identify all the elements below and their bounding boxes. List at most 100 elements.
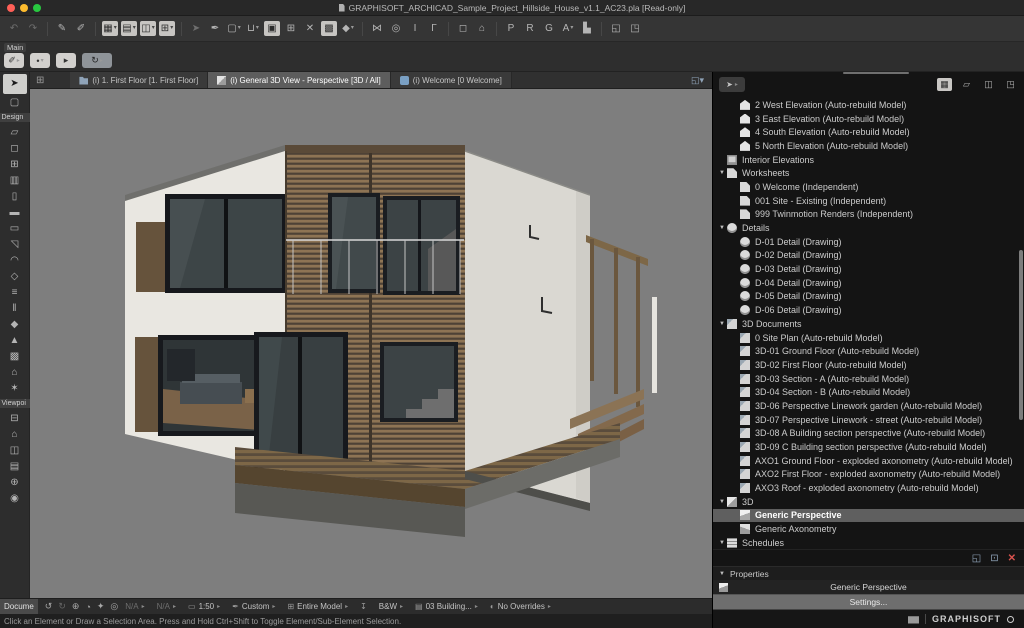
mesh-tool[interactable]: ▲ (3, 333, 27, 348)
project-map-icon[interactable]: ▦ (937, 78, 952, 91)
clone-folder-icon[interactable]: ◱ (972, 553, 981, 564)
skylight-tool[interactable]: ◇ (3, 269, 27, 284)
marquee-tool[interactable]: ▢ (3, 95, 27, 110)
publisher-sets-icon[interactable]: ◳ (1003, 78, 1018, 91)
renovation-filter-control[interactable]: B&W▸ (379, 602, 403, 611)
tree-item[interactable]: 001 Site - Existing (Independent) (713, 194, 1024, 208)
location-icon[interactable]: G (541, 21, 557, 36)
tree-item[interactable]: ▼Worksheets (713, 166, 1024, 180)
disclosure-triangle-icon[interactable]: ▼ (717, 540, 727, 546)
tree-item[interactable]: 0 Site Plan (Auto-rebuild Model) (713, 331, 1024, 345)
favorite-object-icon[interactable]: ⊞▾ (159, 21, 175, 36)
quick-option-3-button[interactable]: ▸ (56, 53, 76, 68)
tab-first-floor[interactable]: (i) 1. First Floor [1. First Floor] (70, 72, 208, 88)
copy-settings-icon[interactable]: ◱ (608, 21, 624, 36)
stair-tool[interactable]: ≡ (3, 285, 27, 300)
quick-refresh-button[interactable]: ↻▸ (82, 53, 112, 68)
tree-item[interactable]: AXO1 Ground Floor - exploded axonometry … (713, 454, 1024, 468)
undo-icon[interactable]: ↶ (6, 21, 22, 36)
building-material-icon[interactable]: ▙ (579, 21, 595, 36)
quick-option-1-button[interactable]: ✐▸ (4, 53, 24, 68)
tree-item[interactable]: Generic Axonometry (713, 522, 1024, 536)
tree-item[interactable]: 5 North Elevation (Auto-rebuild Model) (713, 139, 1024, 153)
mirror-icon[interactable]: ⋈ (369, 21, 385, 36)
layout-book-icon[interactable]: ◫ (981, 78, 996, 91)
tab-general-3d-view[interactable]: (i) General 3D View - Perspective [3D / … (208, 72, 391, 88)
scale-control[interactable]: ▭1:50▸ (188, 602, 220, 611)
tree-item[interactable]: Generic Perspective (713, 509, 1024, 523)
tree-item[interactable]: ▼3D Documents (713, 317, 1024, 331)
tree-item[interactable]: 3D-02 First Floor (Auto-rebuild Model) (713, 358, 1024, 372)
interior-elevation-tool[interactable]: ◫ (3, 443, 27, 458)
column-tool[interactable]: ▯ (3, 189, 27, 204)
explore-icon[interactable]: ✦ (97, 601, 105, 612)
pen-set-control-control[interactable]: ✒Custom▸ (232, 602, 275, 611)
elevation-tool[interactable]: ⌂ (3, 427, 27, 442)
door-tool[interactable]: ◻ (3, 141, 27, 156)
tree-item[interactable]: 999 Twinmotion Renders (Independent) (713, 208, 1024, 222)
tree-item[interactable]: AXO2 First Floor - exploded axonometry (… (713, 468, 1024, 482)
properties-header[interactable]: ▼ Properties (713, 566, 1024, 580)
disclosure-triangle-icon[interactable]: ▼ (717, 225, 727, 231)
delete-viewpoint-icon[interactable]: ✕ (1008, 553, 1016, 564)
align-options-icon[interactable]: A▾ (560, 21, 576, 36)
tree-item[interactable]: D-02 Detail (Drawing) (713, 249, 1024, 263)
tree-item[interactable]: 3D-07 Perspective Linework - street (Aut… (713, 413, 1024, 427)
tree-item[interactable]: 2 West Elevation (Auto-rebuild Model) (713, 98, 1024, 112)
tree-item[interactable]: AXO3 Roof - exploded axonometry (Auto-re… (713, 481, 1024, 495)
disclosure-triangle-icon[interactable]: ▼ (717, 321, 727, 327)
pin-control[interactable]: ↧ (360, 602, 367, 611)
arrow-tool[interactable]: ➤ (3, 74, 27, 94)
tree-item[interactable]: D-01 Detail (Drawing) (713, 235, 1024, 249)
rotation-control[interactable]: N/A▸ (157, 602, 176, 611)
orbit-icon[interactable]: ◔ (85, 602, 90, 612)
profile-corner-icon[interactable]: Γ (426, 21, 442, 36)
settings-button[interactable]: Settings... (713, 594, 1024, 610)
paste-settings-icon[interactable]: ◳ (627, 21, 643, 36)
quick-layout-grid-icon[interactable]: ⊞ (36, 75, 44, 86)
tree-item[interactable]: D-03 Detail (Drawing) (713, 262, 1024, 276)
grid-snap-toggle-icon[interactable]: ▣ (264, 21, 280, 36)
go-back-icon[interactable]: ↺ (45, 601, 53, 612)
favorite-slab-icon[interactable]: ▤▾ (121, 21, 137, 36)
zoom-level-control[interactable]: N/A▸ (125, 602, 144, 611)
publish-icon[interactable]: P (503, 21, 519, 36)
tree-item[interactable]: 3 East Elevation (Auto-rebuild Model) (713, 112, 1024, 126)
tree-item[interactable]: 4 South Elevation (Auto-rebuild Model) (713, 125, 1024, 139)
morph-tool[interactable]: ◆ (3, 317, 27, 332)
trace-reference-icon[interactable]: ➤ (188, 21, 204, 36)
navigator-mode-button[interactable]: ➤▸ (719, 77, 745, 92)
favorite-door-icon[interactable]: ◫▾ (140, 21, 156, 36)
camera-tool[interactable]: ◉ (3, 491, 27, 506)
tree-item[interactable]: D-05 Detail (Drawing) (713, 290, 1024, 304)
section-tool[interactable]: ⊟ (3, 411, 27, 426)
element-table-icon[interactable]: ⊞ (283, 21, 299, 36)
tree-item[interactable]: D-06 Detail (Drawing) (713, 303, 1024, 317)
inject-parameters-icon[interactable]: ✐ (73, 21, 89, 36)
new-viewpoint-icon[interactable]: ⊡ (990, 553, 998, 564)
tree-item[interactable]: ▼3D (713, 495, 1024, 509)
tree-scrollbar[interactable] (1019, 250, 1023, 420)
zone-tool[interactable]: ▩ (3, 349, 27, 364)
model-filter-control[interactable]: ⊞Entire Model▸ (287, 602, 348, 611)
slab-tool[interactable]: ▭ (3, 221, 27, 236)
window-tool[interactable]: ⊞ (3, 157, 27, 172)
tree-item[interactable]: 3D-04 Section - B (Auto-rebuild Model) (713, 385, 1024, 399)
tab-welcome[interactable]: (i) Welcome [0 Welcome] (391, 72, 512, 88)
roof-tool[interactable]: ◹ (3, 237, 27, 252)
favorite-wall-icon[interactable]: ▦▾ (102, 21, 118, 36)
layer-combination-control[interactable]: ▤03 Building...▸ (415, 602, 478, 611)
pen-set-icon[interactable]: ✒ (207, 21, 223, 36)
tree-item[interactable]: ▼Schedules (713, 536, 1024, 549)
disclosure-triangle-icon[interactable]: ▼ (717, 170, 727, 176)
tab-overview-icon[interactable]: ◱▾ (691, 75, 704, 86)
view-map-icon[interactable]: ▱ (959, 78, 974, 91)
render-icon[interactable]: R (522, 21, 538, 36)
quick-option-2-button[interactable]: •▾ (30, 53, 50, 68)
curtain-wall-tool[interactable]: ▥ (3, 173, 27, 188)
beam-tool[interactable]: ▬ (3, 205, 27, 220)
marquee-options-icon[interactable]: ▢▾ (226, 21, 242, 36)
3d-viewport[interactable] (30, 89, 712, 598)
window-settings-icon[interactable]: ◻ (455, 21, 471, 36)
tree-item[interactable]: 3D-06 Perspective Linework garden (Auto-… (713, 399, 1024, 413)
